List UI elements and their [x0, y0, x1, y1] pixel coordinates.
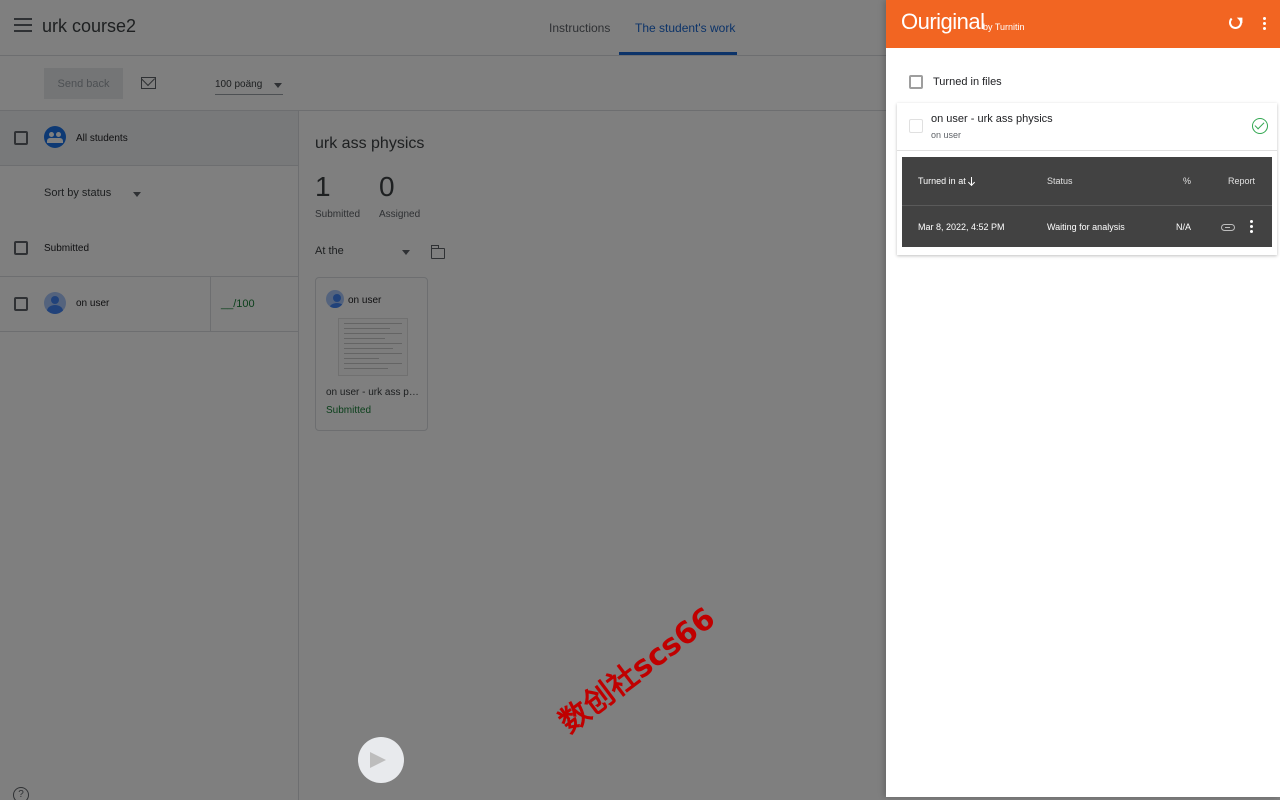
column-percent: %	[1183, 176, 1192, 186]
points-value: 100 poäng	[215, 79, 263, 90]
column-turned-in[interactable]: Turned in at	[918, 176, 976, 186]
tab-instructions[interactable]: Instructions	[549, 21, 610, 35]
row-turned-in: Mar 8, 2022, 4:52 PM	[918, 222, 1005, 232]
submitted-label: Submitted	[315, 209, 361, 220]
more-options-icon[interactable]	[1263, 17, 1267, 31]
ouriginal-panel: Ouriginal by Turnitin Turned in files on…	[886, 0, 1280, 797]
card-file-name: on user - urk ass physics	[326, 387, 421, 398]
file-checkbox[interactable]	[909, 119, 923, 133]
link-icon[interactable]	[1221, 224, 1235, 231]
sort-row: Sort by status	[0, 166, 298, 221]
mail-icon[interactable]	[141, 77, 156, 89]
tab-students-work[interactable]: The student's work	[635, 21, 735, 35]
top-bar: urk course2 Instructions The student's w…	[0, 0, 886, 56]
group-icon	[44, 126, 66, 148]
avatar	[44, 292, 66, 314]
document-thumbnail[interactable]	[338, 318, 408, 376]
student-checkbox[interactable]	[14, 297, 28, 311]
panel-header: Ouriginal by Turnitin	[886, 0, 1280, 48]
card-status: Submitted	[326, 405, 372, 416]
filter-caret-icon	[402, 250, 410, 255]
grade-divider	[210, 277, 211, 332]
assigned-label: Assigned	[379, 209, 421, 220]
send-back-button[interactable]: Send back	[44, 68, 123, 99]
submitted-count: 1	[315, 171, 331, 202]
refresh-icon[interactable]	[1229, 16, 1242, 29]
file-card: on user - urk ass physics on user Turned…	[897, 103, 1277, 255]
brand-logo: Ouriginal	[901, 9, 985, 34]
submission-card[interactable]: on user on user - urk ass physics Submit…	[315, 277, 428, 431]
assignment-title: urk ass physics	[315, 135, 425, 152]
student-list: All students Sort by status Submitted on…	[0, 111, 299, 800]
analysis-table: Turned in at Status % Report Mar 8, 2022…	[902, 157, 1272, 247]
row-percent: N/A	[1176, 222, 1192, 232]
turned-in-checkbox[interactable]	[909, 75, 923, 89]
table-divider	[902, 205, 1272, 206]
all-students-row[interactable]: All students	[0, 111, 298, 166]
help-icon[interactable]: ?	[13, 787, 29, 800]
filter-dropdown[interactable]: At the	[315, 245, 344, 257]
points-caret-icon	[274, 83, 282, 88]
column-report: Report	[1228, 176, 1256, 186]
check-circle-icon	[1252, 118, 1268, 134]
sort-dropdown[interactable]: Sort by status	[44, 187, 111, 199]
divider	[897, 150, 1277, 151]
sort-caret-icon	[133, 192, 141, 197]
row-status: Waiting for analysis	[1047, 222, 1125, 232]
file-title: on user - urk ass physics	[931, 113, 1053, 125]
student-row[interactable]: on user __/100	[0, 277, 298, 332]
course-title: urk course2	[42, 16, 137, 36]
folder-icon[interactable]	[431, 245, 445, 259]
submitted-checkbox[interactable]	[14, 241, 28, 255]
student-name: on user	[76, 298, 110, 309]
column-status: Status	[1047, 176, 1073, 186]
turned-in-label: Turned in files	[933, 76, 1002, 88]
sort-arrow-down-icon	[968, 177, 976, 186]
card-student-name: on user	[348, 295, 382, 306]
submitted-section-label: Submitted	[44, 243, 90, 254]
classroom-app: urk course2 Instructions The student's w…	[0, 0, 886, 800]
avatar	[326, 290, 344, 308]
all-students-checkbox[interactable]	[14, 131, 28, 145]
all-students-label: All students	[76, 133, 128, 144]
toolbar: Send back 100 poäng	[0, 56, 886, 111]
brand-subtitle: by Turnitin	[983, 22, 1025, 32]
file-subtitle: on user	[931, 130, 962, 140]
send-button[interactable]	[358, 737, 404, 783]
menu-icon[interactable]	[14, 18, 32, 36]
submitted-section-row: Submitted	[0, 221, 298, 277]
active-tab-indicator	[619, 52, 737, 55]
row-more-options-icon[interactable]	[1250, 220, 1254, 234]
points-dropdown[interactable]: 100 poäng	[215, 79, 283, 95]
assigned-count: 0	[379, 171, 395, 202]
grade-input[interactable]: __/100	[221, 298, 255, 310]
